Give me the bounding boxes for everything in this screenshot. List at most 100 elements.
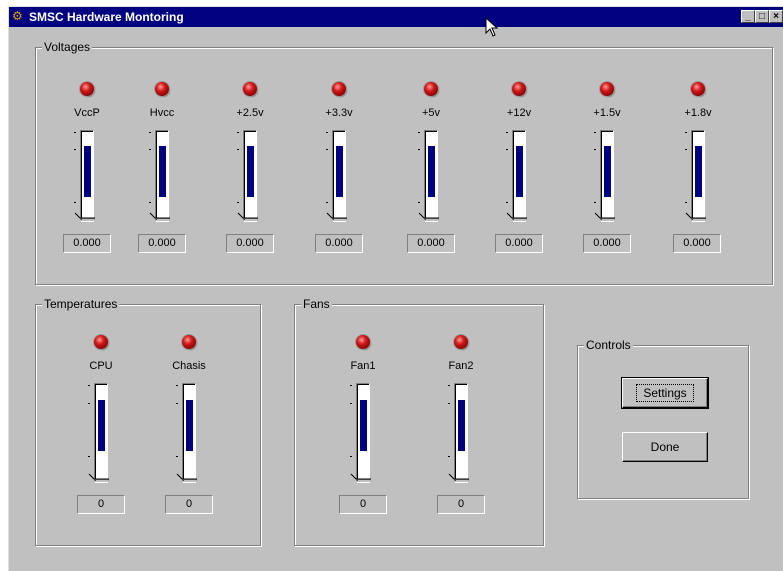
voltages-vccp-meter[interactable]: [80, 130, 94, 222]
voltages-33v-value: 0.000: [315, 234, 363, 253]
fans-fan2-meter[interactable]: [454, 383, 468, 483]
meter-tick: [448, 385, 450, 386]
temperatures-cpu-meter[interactable]: [94, 383, 108, 483]
voltages-5v-slider-thumb[interactable]: [418, 212, 440, 222]
meter-tick: [594, 202, 596, 203]
temperatures-chasis-meter[interactable]: [182, 383, 196, 483]
voltages-hvcc-led-icon: [155, 82, 169, 96]
meter-tick: [685, 149, 687, 150]
meter-tick: [88, 385, 90, 386]
voltages-15v-meter-fill: [604, 146, 611, 197]
minimize-icon[interactable]: _: [741, 10, 755, 23]
window-title: SMSC Hardware Montoring: [29, 10, 184, 24]
settings-button[interactable]: Settings: [621, 377, 709, 409]
mouse-pointer-icon: [485, 17, 499, 37]
voltages-vccp-label: VccP: [74, 107, 100, 119]
meter-tick: [237, 202, 239, 203]
voltages-25v-led-icon: [243, 82, 257, 96]
meter-tick: [74, 149, 76, 150]
meter-tick: [594, 132, 596, 133]
meter-tick: [448, 403, 450, 404]
settings-button-label: Settings: [636, 384, 694, 402]
fans-fan1-meter[interactable]: [356, 383, 370, 483]
voltages-hvcc-meter-fill: [159, 146, 166, 197]
fans-fan1-led-icon: [356, 335, 370, 349]
temperatures-cpu-label: CPU: [89, 360, 113, 372]
voltages-hvcc-slider-thumb[interactable]: [149, 212, 171, 222]
meter-tick: [418, 149, 420, 150]
temperatures-group-label: Temperatures: [42, 297, 120, 311]
chip-icon: ⚙: [12, 9, 23, 23]
meter-tick: [685, 202, 687, 203]
meter-tick: [149, 202, 151, 203]
voltages-25v-slider-thumb[interactable]: [237, 212, 259, 222]
fans-fan2-slider-thumb[interactable]: [448, 473, 470, 483]
maximize-icon[interactable]: □: [755, 10, 769, 23]
voltages-33v-slider-thumb[interactable]: [326, 212, 348, 222]
fans-group-label: Fans: [301, 297, 332, 311]
meter-tick: [237, 149, 239, 150]
voltages-5v-meter[interactable]: [424, 130, 438, 222]
voltages-vccp-slider-thumb[interactable]: [74, 212, 96, 222]
voltages-hvcc-value: 0.000: [138, 234, 186, 253]
voltages-33v-meter[interactable]: [332, 130, 346, 222]
temperatures-chasis-slider-thumb[interactable]: [176, 473, 198, 483]
voltages-15v-meter[interactable]: [600, 130, 614, 222]
voltages-33v-label: +3.3v: [325, 107, 353, 119]
voltages-18v-led-icon: [691, 82, 705, 96]
fans-fan1-label: Fan1: [350, 360, 376, 372]
voltages-hvcc-meter[interactable]: [155, 130, 169, 222]
voltages-12v-led-icon: [512, 82, 526, 96]
meter-tick: [350, 403, 352, 404]
temperatures-cpu-slider-thumb[interactable]: [88, 473, 110, 483]
voltages-15v-led-icon: [600, 82, 614, 96]
voltages-12v-slider-thumb[interactable]: [506, 212, 528, 222]
fans-fan1-value: 0: [339, 495, 387, 514]
voltages-15v-slider-thumb[interactable]: [594, 212, 616, 222]
meter-tick: [326, 149, 328, 150]
fans-group: Fans: [294, 297, 544, 546]
fans-fan1-slider-thumb[interactable]: [350, 473, 372, 483]
temperatures-cpu-led-icon: [94, 335, 108, 349]
temperatures-chasis-value: 0: [165, 495, 213, 514]
voltages-33v-led-icon: [332, 82, 346, 96]
temperatures-chasis-led-icon: [182, 335, 196, 349]
voltages-hvcc-label: Hvcc: [149, 107, 175, 119]
temperatures-group: Temperatures: [35, 297, 261, 546]
voltages-vccp-led-icon: [80, 82, 94, 96]
meter-tick: [506, 202, 508, 203]
voltages-12v-label: +12v: [506, 107, 532, 119]
voltages-5v-value: 0.000: [407, 234, 455, 253]
voltages-12v-meter[interactable]: [512, 130, 526, 222]
voltages-vccp-meter-fill: [84, 146, 91, 197]
voltages-15v-value: 0.000: [583, 234, 631, 253]
controls-group-label: Controls: [584, 338, 633, 352]
voltages-25v-label: +2.5v: [236, 107, 264, 119]
meter-tick: [506, 132, 508, 133]
meter-tick: [237, 132, 239, 133]
close-icon[interactable]: ×: [769, 10, 783, 23]
temperatures-cpu-meter-fill: [98, 400, 105, 451]
voltages-18v-meter-fill: [695, 146, 702, 197]
voltages-25v-meter[interactable]: [243, 130, 257, 222]
voltages-12v-meter-fill: [516, 146, 523, 197]
voltages-18v-meter[interactable]: [691, 130, 705, 222]
voltages-vccp-value: 0.000: [63, 234, 111, 253]
temperatures-chasis-meter-fill: [186, 400, 193, 451]
voltages-25v-meter-fill: [247, 146, 254, 197]
meter-tick: [350, 456, 352, 457]
meter-tick: [448, 456, 450, 457]
meter-tick: [88, 403, 90, 404]
meter-tick: [418, 202, 420, 203]
title-bar[interactable]: ⚙ SMSC Hardware Montoring _ □ ×: [9, 7, 783, 27]
meter-tick: [418, 132, 420, 133]
fans-fan2-value: 0: [437, 495, 485, 514]
voltages-15v-label: +1.5v: [593, 107, 621, 119]
meter-tick: [149, 149, 151, 150]
meter-tick: [326, 202, 328, 203]
temperatures-chasis-label: Chasis: [172, 360, 206, 372]
done-button[interactable]: Done: [622, 432, 708, 462]
meter-tick: [326, 132, 328, 133]
meter-tick: [176, 385, 178, 386]
voltages-18v-slider-thumb[interactable]: [685, 212, 707, 222]
